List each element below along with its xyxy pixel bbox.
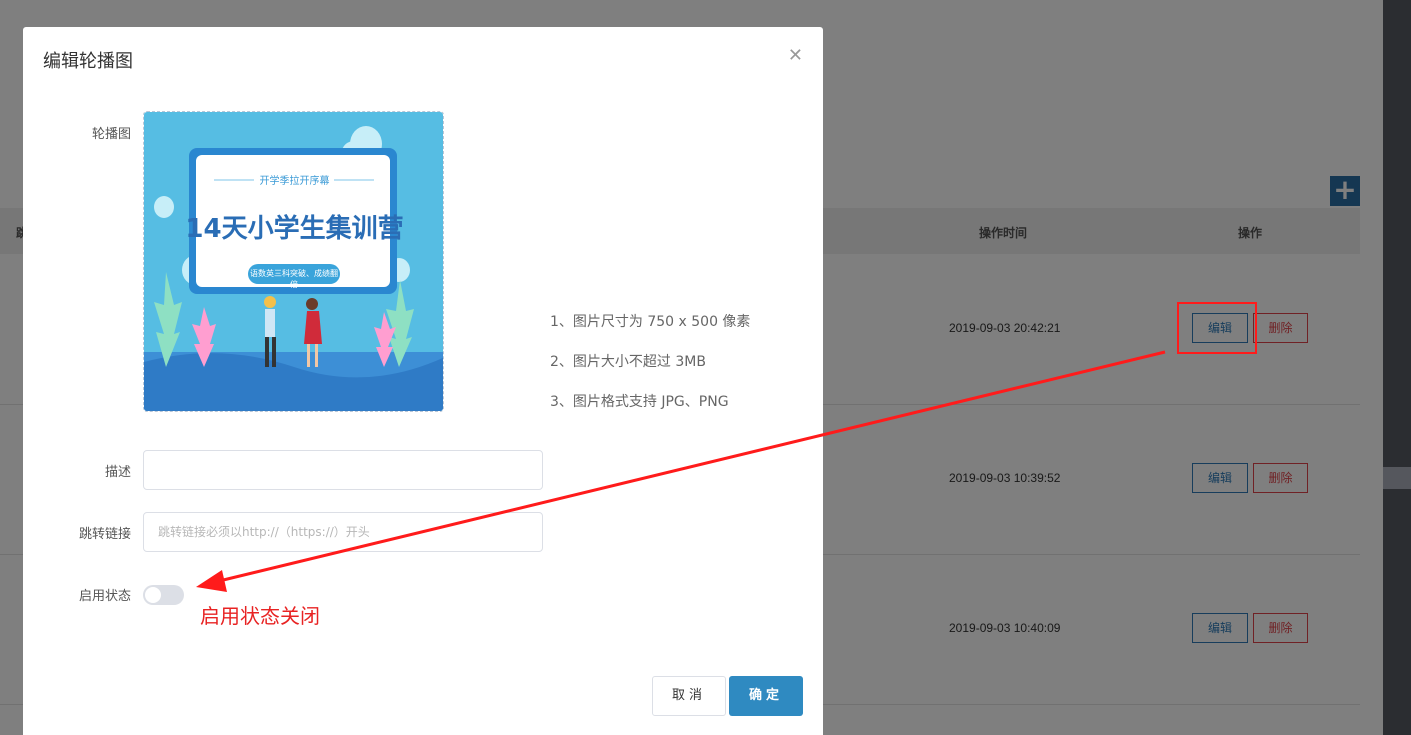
- toggle-knob: [145, 587, 161, 603]
- link-input[interactable]: [143, 512, 543, 552]
- desc-label: 描述: [104, 465, 131, 480]
- banner-illustration: [144, 112, 443, 411]
- tip-format: 3、图片格式支持 JPG、PNG: [550, 394, 729, 410]
- tip-filesize: 2、图片大小不超过 3MB: [550, 354, 706, 370]
- desc-input[interactable]: [143, 450, 543, 490]
- banner-label: 轮播图: [91, 127, 131, 142]
- side-panel: [1383, 0, 1411, 735]
- edit-banner-modal: 编辑轮播图 ✕ 轮播图 开学季拉开序幕 14天小学生集训营 语数英三科突破、成绩…: [23, 27, 823, 735]
- annotation-text: 启用状态关闭: [200, 604, 320, 628]
- banner-title: 14天小学生集训营: [185, 214, 404, 244]
- tip-size: 1、图片尺寸为 750 x 500 像素: [550, 314, 751, 330]
- banner-pill-text: 语数英三科突破、成绩翻倍: [250, 269, 338, 289]
- status-toggle[interactable]: [143, 585, 184, 605]
- close-icon[interactable]: ✕: [788, 45, 803, 66]
- cancel-button[interactable]: 取消: [652, 676, 726, 716]
- status-label: 启用状态: [78, 589, 131, 604]
- banner-subtitle: 开学季拉开序幕: [259, 176, 330, 187]
- link-label: 跳转链接: [78, 527, 131, 542]
- annotation-highlight-box: [1177, 302, 1257, 354]
- scrollbar-thumb[interactable]: [1383, 467, 1411, 489]
- confirm-button[interactable]: 确定: [729, 676, 803, 716]
- banner-image[interactable]: 开学季拉开序幕 14天小学生集训营 语数英三科突破、成绩翻倍: [143, 111, 444, 412]
- modal-title: 编辑轮播图: [43, 51, 133, 72]
